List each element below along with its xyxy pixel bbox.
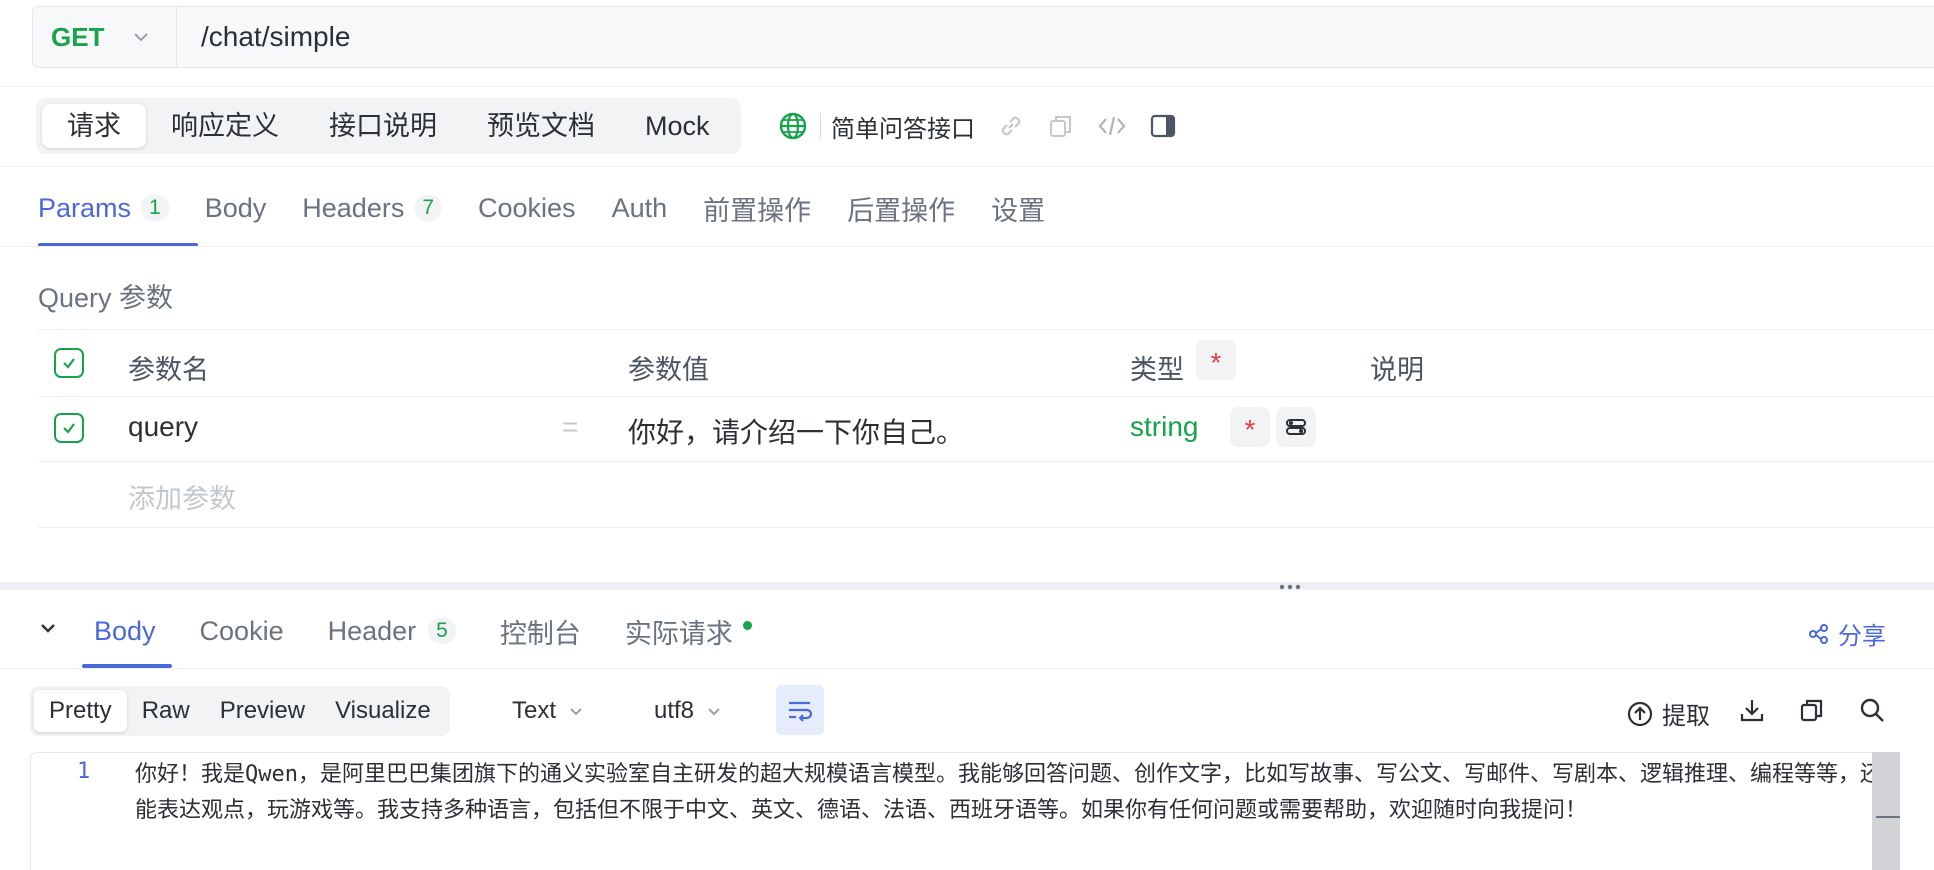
upload-circle-icon <box>1627 701 1653 726</box>
view-mode-tabs: Pretty Raw Preview Visualize <box>30 686 450 736</box>
endpoint-name[interactable]: 简单问答接口 <box>831 109 975 144</box>
url-input[interactable]: /chat/simple <box>177 21 350 53</box>
sidebar-toggle-icon[interactable] <box>1149 112 1177 140</box>
encoding-select-value: utf8 <box>654 697 695 724</box>
mode-preview[interactable]: Preview <box>205 690 320 732</box>
response-tabs: Body Cookie Header 5 控制台 实际请求 <box>94 596 796 666</box>
tab-response-body[interactable]: Body <box>94 616 156 647</box>
divider <box>0 246 1934 247</box>
response-body-text: 你好！我是Qwen，是阿里巴巴集团旗下的通义实验室自主研发的超大规模语言模型。我… <box>135 762 1882 823</box>
params-count-badge: 1 <box>141 195 169 221</box>
globe-icon[interactable] <box>778 111 808 141</box>
endpoint-toolbar: 简单问答接口 <box>778 104 1199 148</box>
equals-sign: = <box>562 411 579 442</box>
request-param-tabs: Params 1 Body Headers 7 Cookies Auth 前置操… <box>38 170 1081 246</box>
add-param-row: 添加参数 <box>38 461 1934 528</box>
drag-handle-icon[interactable] <box>1278 583 1302 591</box>
chevron-down-icon <box>570 708 582 716</box>
encoding-select[interactable]: utf8 <box>654 697 722 725</box>
tab-cookies[interactable]: Cookies <box>478 170 576 246</box>
header-param-name: 参数名 <box>128 355 209 385</box>
header-param-value: 参数值 <box>628 355 709 385</box>
code-icon[interactable] <box>1097 112 1127 140</box>
tab-params-label: Params <box>38 192 132 223</box>
collapse-chevron-icon[interactable] <box>36 616 60 640</box>
copy-icon[interactable] <box>1798 696 1826 724</box>
tab-actual-request[interactable]: 实际请求 <box>625 612 752 651</box>
tab-body[interactable]: Body <box>205 170 267 246</box>
tab-response-header[interactable]: Header 5 <box>328 616 456 647</box>
param-value-input[interactable]: 你好，请介绍一下你自己。 <box>628 411 964 451</box>
share-icon <box>1809 623 1828 644</box>
word-wrap-button[interactable] <box>776 685 824 735</box>
required-filter[interactable]: * <box>1196 340 1236 380</box>
extract-label: 提取 <box>1662 703 1710 730</box>
mode-visualize[interactable]: Visualize <box>320 690 446 732</box>
status-dot <box>742 620 752 630</box>
scrollbar-thumb-mark <box>1876 816 1900 818</box>
link-icon[interactable] <box>997 112 1025 140</box>
header-param-desc: 说明 <box>1370 355 1424 385</box>
select-all-checkbox[interactable] <box>54 348 84 378</box>
extract-button[interactable]: 提取 <box>1626 696 1710 731</box>
tab-api-description[interactable]: 接口说明 <box>304 104 462 148</box>
table-row: query = 你好，请介绍一下你自己。 string * <box>38 395 1934 462</box>
url-bar: GET /chat/simple <box>32 6 1934 68</box>
panel-splitter[interactable] <box>0 582 1934 590</box>
format-select-value: Text <box>512 697 557 724</box>
mode-raw[interactable]: Raw <box>127 690 205 732</box>
response-body-viewer[interactable]: 1 你好！我是Qwen，是阿里巴巴集团旗下的通义实验室自主研发的超大规模语言模型… <box>30 752 1900 870</box>
line-number: 1 <box>77 759 91 784</box>
format-select[interactable]: Text <box>512 697 584 725</box>
sliders-icon <box>1286 419 1306 435</box>
divider <box>0 668 1934 669</box>
check-icon <box>63 358 75 369</box>
params-table-header: 参数名 参数值 类型 * 说明 <box>38 329 1934 397</box>
mode-pretty[interactable]: Pretty <box>34 690 127 732</box>
copy-icon[interactable] <box>1047 112 1075 140</box>
tab-console[interactable]: 控制台 <box>500 612 581 651</box>
header-count-badge: 5 <box>428 618 456 644</box>
chevron-down-icon <box>708 708 720 716</box>
divider <box>0 86 1934 87</box>
share-button[interactable]: 分享 <box>1808 616 1886 651</box>
main-tabs: 请求 响应定义 接口说明 预览文档 Mock <box>36 98 741 154</box>
check-icon <box>63 423 75 434</box>
method-label: GET <box>51 21 105 52</box>
separator <box>820 113 821 139</box>
tab-params[interactable]: Params 1 <box>38 170 169 246</box>
required-toggle[interactable]: * <box>1230 407 1270 447</box>
tab-response-definition[interactable]: 响应定义 <box>146 104 304 148</box>
divider <box>0 166 1934 167</box>
vertical-scrollbar[interactable] <box>1872 752 1900 870</box>
tab-pre-operations[interactable]: 前置操作 <box>703 170 811 246</box>
tab-response-cookie[interactable]: Cookie <box>200 616 284 647</box>
method-select[interactable]: GET <box>33 7 177 67</box>
share-label: 分享 <box>1838 623 1886 650</box>
headers-count-badge: 7 <box>414 195 443 221</box>
chevron-down-icon <box>134 33 149 42</box>
tab-post-operations[interactable]: 后置操作 <box>847 170 955 246</box>
tab-headers[interactable]: Headers 7 <box>302 170 443 246</box>
tab-headers-label: Headers <box>302 192 405 223</box>
param-name-input[interactable]: query <box>128 411 198 443</box>
download-icon[interactable] <box>1738 696 1766 724</box>
tab-request[interactable]: 请求 <box>42 104 146 148</box>
param-settings-button[interactable] <box>1276 407 1316 447</box>
tab-preview-doc[interactable]: 预览文档 <box>462 104 620 148</box>
tab-auth[interactable]: Auth <box>612 170 668 246</box>
search-icon[interactable] <box>1858 696 1886 724</box>
wrap-text-icon <box>789 701 813 722</box>
tab-mock[interactable]: Mock <box>620 104 735 148</box>
tab-response-header-label: Header <box>327 615 417 646</box>
tab-actual-request-label: 实际请求 <box>624 618 733 649</box>
query-section-label: Query 参数 <box>38 283 174 313</box>
tab-settings[interactable]: 设置 <box>991 170 1045 246</box>
add-param-input[interactable]: 添加参数 <box>128 477 236 516</box>
row-checkbox[interactable] <box>54 413 84 443</box>
header-param-type: 类型 <box>1130 355 1184 385</box>
param-type-select[interactable]: string <box>1130 411 1198 443</box>
